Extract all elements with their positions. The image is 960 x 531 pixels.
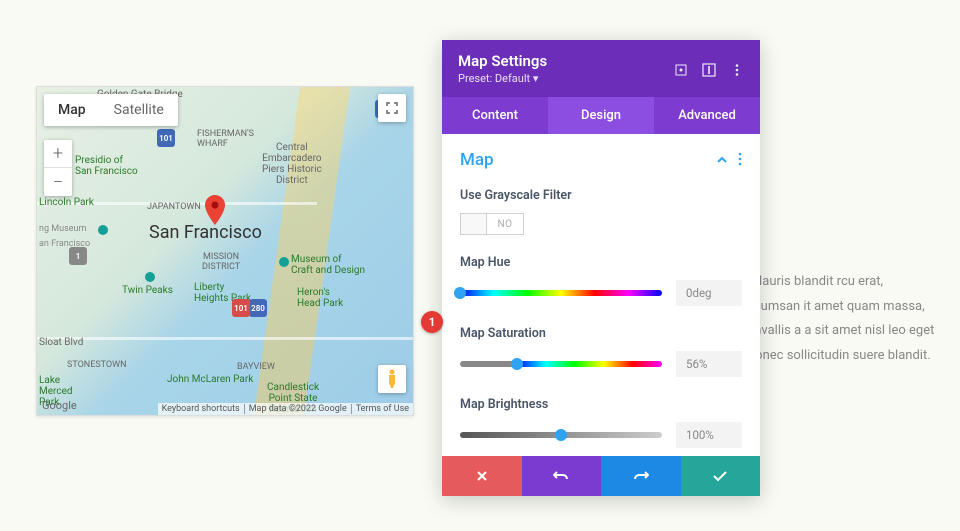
map-type-satellite-button[interactable]: Satellite [100, 94, 178, 126]
saturation-label: Map Saturation [460, 326, 742, 341]
expand-icon[interactable] [674, 62, 688, 76]
saturation-slider[interactable] [460, 361, 662, 367]
saturation-value-input[interactable]: 56% [676, 351, 742, 377]
grayscale-toggle[interactable]: NO [460, 213, 524, 235]
google-logo: Google [42, 399, 77, 412]
map-label: Central Embarcadero Piers Historic Distr… [262, 142, 322, 186]
section-title: Map [460, 150, 494, 170]
save-button[interactable] [681, 456, 761, 496]
map-label: Sloat Blvd [39, 337, 83, 348]
map-zoom-in-button[interactable]: + [44, 140, 72, 168]
toggle-value: NO [487, 219, 523, 230]
callout-badge: 1 [421, 311, 443, 333]
tab-advanced[interactable]: Advanced [654, 97, 760, 134]
toggle-knob [461, 214, 487, 234]
panel-title: Map Settings [458, 52, 547, 70]
tab-design[interactable]: Design [548, 97, 654, 134]
tab-content[interactable]: Content [442, 97, 548, 134]
slider-thumb[interactable] [555, 429, 567, 441]
help-icon[interactable] [702, 62, 716, 76]
section-menu-icon[interactable] [738, 151, 742, 170]
brightness-value-input[interactable]: 100% [676, 422, 742, 448]
map-label: STONESTOWN [67, 360, 127, 370]
slider-thumb[interactable] [511, 358, 523, 370]
hue-value-input[interactable]: 0deg [676, 280, 742, 306]
map-label: Twin Peaks [122, 285, 173, 296]
slider-thumb[interactable] [454, 287, 466, 299]
route-sign: 1 [69, 247, 87, 265]
map-canvas[interactable]: Golden Gate Bridge Presidio of San Franc… [37, 87, 413, 415]
map-pegman-button[interactable] [378, 365, 406, 393]
map-terms-link[interactable]: Terms of Use [351, 404, 409, 414]
map-pin-icon [205, 195, 225, 225]
map-fullscreen-button[interactable] [378, 94, 406, 122]
map-label: Presidio of San Francisco [75, 155, 138, 177]
panel-header: Map Settings Preset: Default ▾ [442, 40, 760, 97]
menu-icon[interactable] [730, 62, 744, 76]
settings-panel: Map Settings Preset: Default ▾ Content D… [442, 40, 760, 496]
map-zoom-out-button[interactable]: − [44, 168, 72, 196]
grayscale-label: Use Grayscale Filter [460, 188, 742, 203]
map-type-control: Map Satellite [44, 94, 178, 126]
route-sign: 101 [157, 129, 175, 147]
map-label: John McLaren Park [167, 374, 253, 385]
panel-tabs: Content Design Advanced [442, 97, 760, 134]
map-label: Heron's Head Park [297, 287, 343, 309]
map-data-label: Map data ©2022 Google [244, 404, 347, 414]
map-type-map-button[interactable]: Map [44, 94, 100, 126]
map-label: Museum of Craft and Design [291, 254, 365, 276]
map-label: FISHERMAN'S WHARF [197, 129, 254, 149]
undo-button[interactable] [522, 456, 602, 496]
map-keyboard-shortcuts-link[interactable]: Keyboard shortcuts [162, 404, 240, 414]
panel-footer [442, 456, 760, 496]
panel-body[interactable]: Map Use Grayscale Filter NO Map Hue 0deg [442, 134, 760, 456]
poi-dot [279, 257, 289, 267]
route-sign: 280 [249, 299, 267, 317]
placeholder-text: t. Mauris blandit rcu erat, accumsan it … [740, 270, 940, 369]
map-city-label: San Francisco [149, 222, 262, 243]
panel-preset-dropdown[interactable]: Preset: Default ▾ [458, 72, 547, 85]
map-zoom-control: + − [44, 140, 72, 196]
redo-button[interactable] [601, 456, 681, 496]
route-sign: 101 [232, 299, 250, 317]
map-widget[interactable]: Golden Gate Bridge Presidio of San Franc… [36, 86, 414, 416]
section-collapse-icon[interactable] [716, 151, 728, 170]
map-label: Lincoln Park [39, 197, 94, 208]
brightness-label: Map Brightness [460, 397, 742, 412]
cancel-button[interactable] [442, 456, 522, 496]
map-attribution: Keyboard shortcuts Map data ©2022 Google… [158, 403, 413, 415]
hue-label: Map Hue [460, 255, 742, 270]
map-label: BAYVIEW [237, 362, 275, 372]
poi-dot [98, 225, 108, 235]
poi-dot [145, 272, 155, 282]
map-label: MISSION DISTRICT [202, 252, 240, 272]
brightness-slider[interactable] [460, 432, 662, 438]
hue-slider[interactable] [460, 290, 662, 296]
map-label: ng Museum [39, 224, 86, 234]
map-label: JAPANTOWN [147, 202, 201, 212]
